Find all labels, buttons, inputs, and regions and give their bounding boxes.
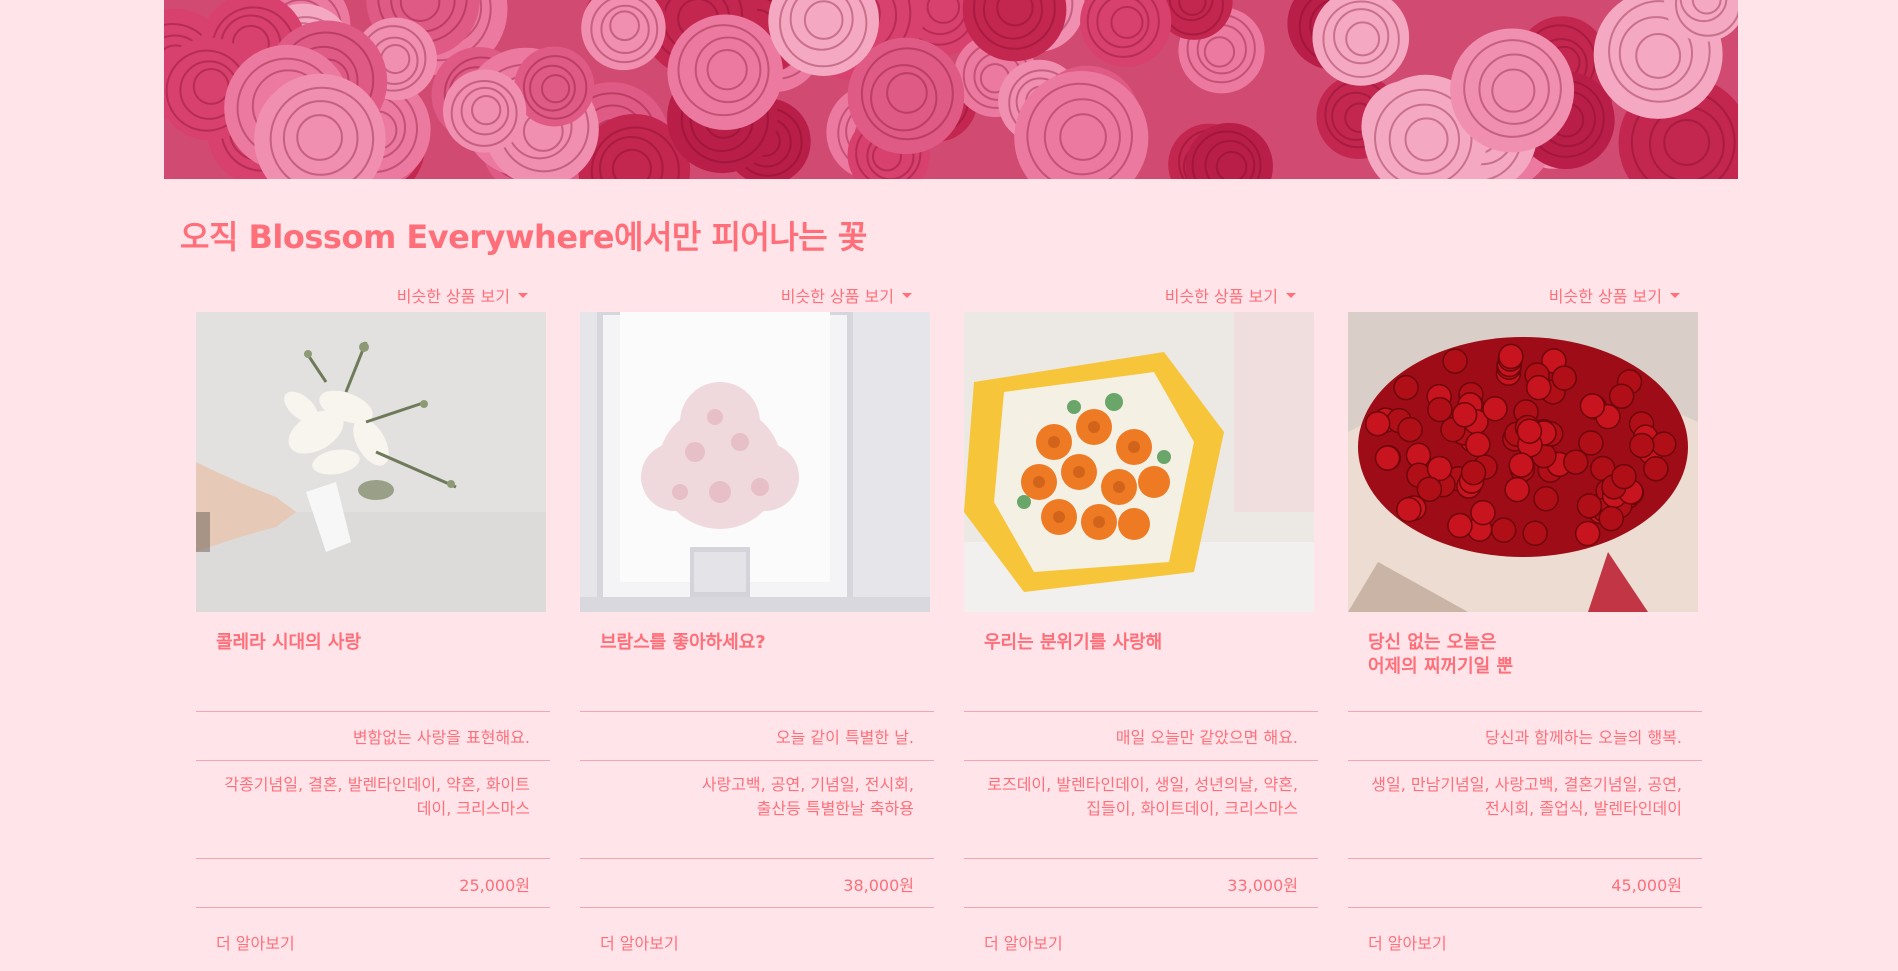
product-card: 비슷한 상품 보기: [196, 275, 550, 971]
divider: [580, 711, 934, 712]
divider: [964, 760, 1318, 761]
product-card: 비슷한 상품 보기: [964, 275, 1318, 971]
occasions-line-1: 사랑고백, 공연, 기념일, 전시회,: [701, 775, 914, 794]
divider: [1348, 907, 1702, 908]
product-image-pink-hydrangea[interactable]: [580, 312, 930, 612]
learn-more-link[interactable]: 더 알아보기: [600, 930, 679, 954]
similar-products-dropdown[interactable]: 비슷한 상품 보기: [781, 283, 912, 307]
product-card: 비슷한 상품 보기 당신 없는 오늘은 어제의 찌꺼기일 뿐 당신과 함께하는 …: [1348, 275, 1702, 971]
dropdown-label: 비슷한 상품 보기: [396, 287, 510, 306]
divider: [196, 907, 550, 908]
product-title-line-1: 우리는 분위기를 사랑해: [984, 632, 1163, 653]
divider: [964, 858, 1318, 859]
similar-products-dropdown[interactable]: 비슷한 상품 보기: [1165, 283, 1296, 307]
caret-down-icon: [1670, 292, 1680, 298]
occasions-line-1: 생일, 만남기념일, 사랑고백, 결혼기념일, 공연,: [1371, 775, 1682, 794]
product-price: 45,000원: [1611, 876, 1682, 895]
hero-banner-roses: [164, 0, 1738, 179]
caret-down-icon: [518, 292, 528, 298]
product-image-red-roses[interactable]: [1348, 312, 1698, 612]
divider: [1348, 858, 1702, 859]
product-occasions: 각종기념일, 결혼, 발렌타인데이, 약혼, 화이트 데이, 크리스마스: [210, 773, 530, 821]
product-description: 변함없는 사랑을 표현해요.: [352, 728, 530, 747]
product-title: 당신 없는 오늘은 어제의 찌꺼기일 뿐: [1368, 631, 1688, 679]
product-title-line-1: 브람스를 좋아하세요?: [600, 632, 766, 653]
product-occasions: 사랑고백, 공연, 기념일, 전시회, 출산등 특별한날 축하용: [594, 773, 914, 821]
product-image-white-calla-lily[interactable]: [196, 312, 546, 612]
occasions-line-2: 데이, 크리스마스: [416, 799, 530, 818]
dropdown-label: 비슷한 상품 보기: [780, 287, 894, 306]
product-title: 브람스를 좋아하세요?: [600, 631, 920, 655]
divider: [1348, 711, 1702, 712]
product-description: 당신과 함께하는 오늘의 행복.: [1485, 728, 1682, 747]
occasions-line-1: 각종기념일, 결혼, 발렌타인데이, 약혼, 화이트: [224, 775, 530, 794]
product-price: 33,000원: [1227, 876, 1298, 895]
occasions-line-2: 출산등 특별한날 축하용: [756, 799, 914, 818]
learn-more-link[interactable]: 더 알아보기: [1368, 930, 1447, 954]
occasions-line-2: 집들이, 화이트데이, 크리스마스: [1086, 799, 1298, 818]
product-description: 오늘 같이 특별한 날.: [775, 728, 914, 747]
occasions-line-2: 전시회, 졸업식, 발렌타인데이: [1485, 799, 1682, 818]
product-title: 콜레라 시대의 사랑: [216, 631, 536, 655]
divider: [1348, 760, 1702, 761]
divider: [964, 711, 1318, 712]
divider: [964, 907, 1318, 908]
roses-banner-image: [164, 0, 1738, 179]
product-title-line-1: 당신 없는 오늘은: [1368, 632, 1497, 653]
product-price: 38,000원: [843, 876, 914, 895]
product-description: 매일 오늘만 같았으면 해요.: [1115, 728, 1298, 747]
product-card: 비슷한 상품 보기: [580, 275, 934, 971]
divider: [580, 760, 934, 761]
dropdown-label: 비슷한 상품 보기: [1164, 287, 1278, 306]
caret-down-icon: [1286, 292, 1296, 298]
section-title: 오직 Blossom Everywhere에서만 피어나는 꽃: [180, 218, 867, 256]
product-occasions: 생일, 만남기념일, 사랑고백, 결혼기념일, 공연, 전시회, 졸업식, 발렌…: [1362, 773, 1682, 821]
product-image-orange-roses[interactable]: [964, 312, 1314, 612]
similar-products-dropdown[interactable]: 비슷한 상품 보기: [1549, 283, 1680, 307]
product-title-line-1: 콜레라 시대의 사랑: [216, 632, 362, 653]
divider: [196, 711, 550, 712]
divider: [580, 907, 934, 908]
dropdown-label: 비슷한 상품 보기: [1548, 287, 1662, 306]
similar-products-dropdown[interactable]: 비슷한 상품 보기: [397, 283, 528, 307]
divider: [196, 760, 550, 761]
occasions-line-1: 로즈데이, 발렌타인데이, 생일, 성년의날, 약혼,: [987, 775, 1298, 794]
product-title-line-2: 어제의 찌꺼기일 뿐: [1368, 656, 1514, 677]
divider: [580, 858, 934, 859]
product-price: 25,000원: [459, 876, 530, 895]
caret-down-icon: [902, 292, 912, 298]
divider: [196, 858, 550, 859]
learn-more-link[interactable]: 더 알아보기: [216, 930, 295, 954]
product-title: 우리는 분위기를 사랑해: [984, 631, 1304, 655]
product-occasions: 로즈데이, 발렌타인데이, 생일, 성년의날, 약혼, 집들이, 화이트데이, …: [978, 773, 1298, 821]
learn-more-link[interactable]: 더 알아보기: [984, 930, 1063, 954]
